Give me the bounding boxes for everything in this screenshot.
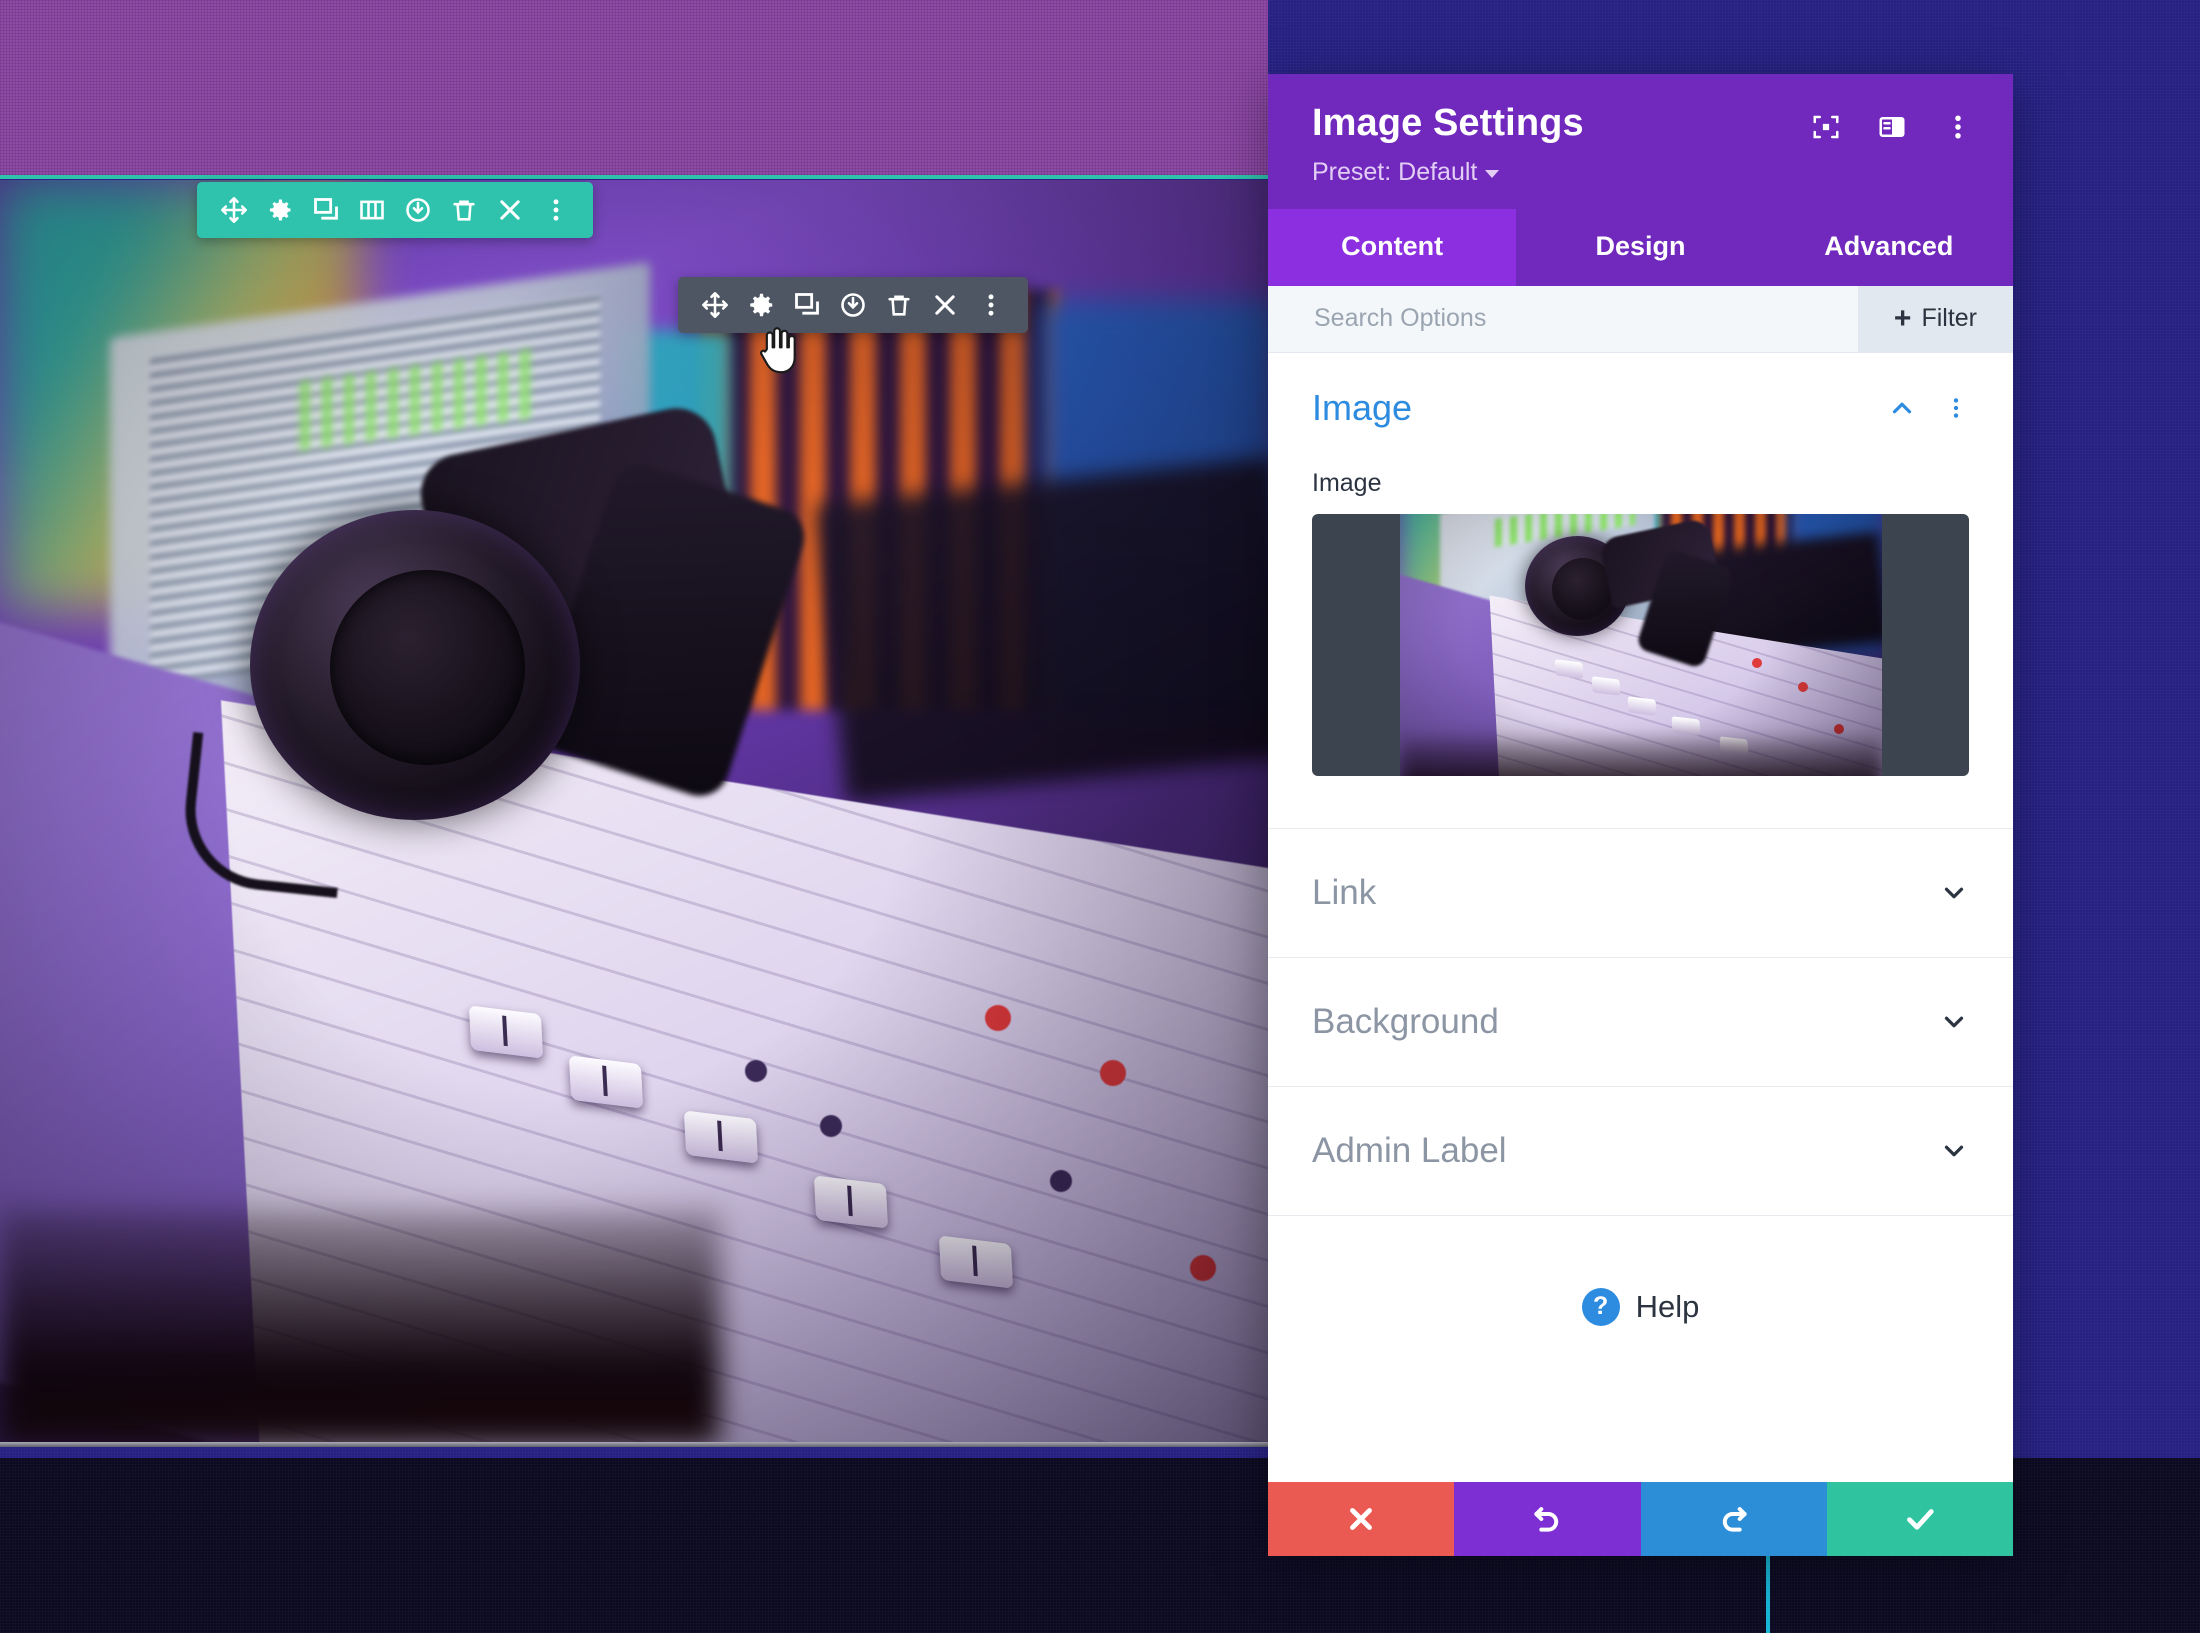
save-library-icon[interactable] [830,282,876,328]
section-link[interactable]: Link [1268,829,2013,958]
trash-icon[interactable] [441,187,487,233]
row-toolbar[interactable] [197,182,593,238]
hand-cursor [754,325,798,377]
image-upload-field[interactable] [1312,513,1969,776]
help-icon: ? [1581,1287,1620,1326]
kebab-icon[interactable] [1943,112,1973,142]
help-label: Help [1635,1288,1700,1324]
studio-photo [0,180,1268,1445]
chevron-down-icon[interactable] [1939,1007,1969,1037]
modal-header-actions [1811,112,1973,142]
kebab-icon[interactable] [968,282,1014,328]
cancel-button[interactable] [1268,1482,1455,1556]
plus-icon: + [1893,301,1912,335]
duplicate-icon[interactable] [784,282,830,328]
focus-mode-icon[interactable] [1811,112,1841,142]
search-bar: + Filter [1268,285,2013,353]
image-settings-modal: Image Settings Preset: Default Content D… [1268,74,2013,1556]
undo-button[interactable] [1454,1482,1641,1556]
close-icon[interactable] [922,282,968,328]
section-image-header: Image [1312,387,1969,429]
modal-body: Image Image Link Background Admin Label … [1268,352,2013,1482]
accordion-list: Link Background Admin Label [1268,827,2013,1216]
move-icon[interactable] [692,282,738,328]
chevron-down-icon [1485,169,1500,178]
save-library-icon[interactable] [395,187,441,233]
row-hover-indicator [0,175,1268,179]
chevron-up-icon[interactable] [1887,393,1917,423]
chevron-down-icon[interactable] [1939,1136,1969,1166]
section-link-label: Link [1312,872,1377,912]
kebab-icon[interactable] [533,187,579,233]
section-image: Image Image [1268,353,2013,776]
gear-icon[interactable] [257,187,303,233]
columns-icon[interactable] [349,187,395,233]
preset-selector[interactable]: Preset: Default [1312,158,1969,187]
image-field-label: Image [1312,468,1382,497]
modal-header: Image Settings Preset: Default [1268,74,2013,209]
save-button[interactable] [1826,1482,2013,1556]
image-thumbnail [1399,513,1882,776]
image-module-on-canvas[interactable] [0,180,1268,1445]
preset-label: Preset: Default [1312,157,1478,186]
move-icon[interactable] [211,187,257,233]
section-admin-label[interactable]: Admin Label [1268,1087,2013,1216]
filter-label: Filter [1921,304,1977,333]
help-link[interactable]: ? Help [1268,1216,2013,1326]
column-hover-indicator [1766,1545,1770,1633]
close-icon[interactable] [487,187,533,233]
chevron-down-icon[interactable] [1939,878,1969,908]
redo-button[interactable] [1640,1482,1827,1556]
module-toolbar[interactable] [678,277,1028,333]
modal-tabs: Content Design Advanced [1268,208,2013,286]
section-background[interactable]: Background [1268,958,2013,1087]
module-bottom-edge [0,1442,1268,1447]
tab-design[interactable]: Design [1516,208,1765,286]
filter-button[interactable]: + Filter [1857,285,2013,352]
section-image-title[interactable]: Image [1312,387,1412,429]
trash-icon[interactable] [876,282,922,328]
section-image-tools [1887,393,1969,423]
modal-footer [1268,1482,2013,1556]
tab-advanced[interactable]: Advanced [1764,208,2013,286]
section-admin-label-label: Admin Label [1312,1130,1507,1170]
tab-content[interactable]: Content [1268,208,1517,286]
gear-icon[interactable] [738,282,784,328]
page-banner-row[interactable] [0,0,1268,178]
panel-layout-icon[interactable] [1877,112,1907,142]
section-background-label: Background [1312,1001,1499,1041]
search-input[interactable] [1312,303,1807,335]
kebab-icon[interactable] [1943,395,1969,421]
duplicate-icon[interactable] [303,187,349,233]
